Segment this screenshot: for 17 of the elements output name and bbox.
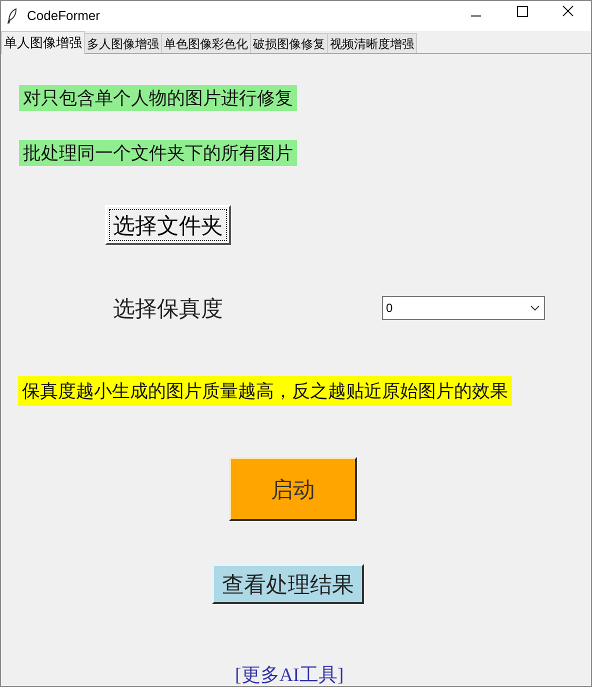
hint-label: 保真度越小生成的图片质量越高，反之越贴近原始图片的效果: [18, 376, 512, 406]
view-results-button[interactable]: 查看处理结果: [212, 564, 364, 604]
tab[interactable]: 单人图像增强: [1, 31, 85, 54]
info-label: 批处理同一个文件夹下的所有图片: [19, 140, 297, 166]
tab[interactable]: 多人图像增强: [85, 33, 162, 53]
tab[interactable]: 单色图像彩色化: [162, 33, 251, 53]
feather-icon: [7, 8, 17, 24]
select-folder-button[interactable]: 选择文件夹: [105, 205, 231, 245]
fidelity-label: 选择保真度: [113, 294, 223, 322]
info-label: 对只包含单个人物的图片进行修复: [19, 85, 297, 111]
fidelity-dropdown[interactable]: 0: [382, 296, 545, 320]
start-button[interactable]: 启动: [229, 457, 357, 521]
chevron-down-icon: [530, 305, 540, 311]
tab[interactable]: 视频清晰度增强: [328, 33, 417, 53]
tab[interactable]: 破损图像修复: [251, 33, 328, 53]
window-title: CodeFormer: [27, 7, 100, 26]
more-tools-link[interactable]: [更多AI工具]: [235, 662, 344, 687]
